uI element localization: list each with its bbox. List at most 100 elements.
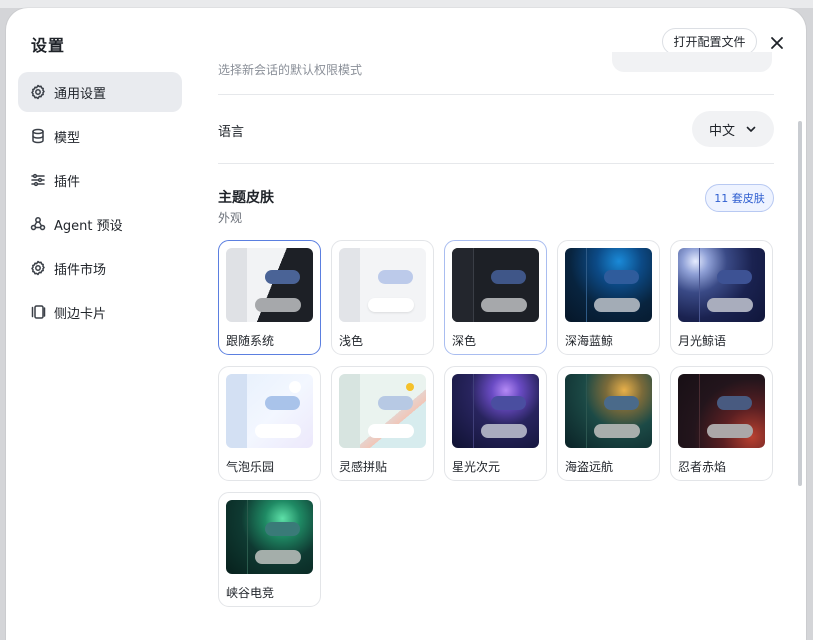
- gear-icon: [30, 84, 46, 100]
- preview-bubble: [717, 396, 752, 410]
- theme-card-star[interactable]: 星光次元: [444, 366, 547, 481]
- preview-input: [707, 298, 753, 312]
- dialog-title: 设置: [31, 36, 66, 55]
- sidebar-item-label: 插件: [54, 174, 81, 190]
- sidebar-item-label: 模型: [54, 130, 81, 146]
- theme-card-label: 跟随系统: [226, 334, 275, 348]
- general-settings-panel: 选择新会话的默认权限模式 语言 中文 主题皮肤 外观 11 套皮肤 跟随系统 浅…: [218, 8, 774, 640]
- permission-mode-description: 选择新会话的默认权限模式: [218, 63, 363, 77]
- theme-card-label: 深海蓝鲸: [565, 334, 614, 348]
- sidebar-item-side-cards[interactable]: 侧边卡片: [18, 292, 182, 332]
- preview-pane: [339, 248, 360, 322]
- theme-card-label: 灵感拼贴: [339, 460, 388, 474]
- chevron-down-icon: [746, 126, 756, 132]
- agent-icon: [30, 216, 46, 232]
- theme-card-system[interactable]: 跟随系统: [218, 240, 321, 355]
- preview-divider: [586, 374, 587, 448]
- theme-card-ninja[interactable]: 忍者赤焰: [670, 366, 773, 481]
- cards-icon: [30, 304, 46, 320]
- preview-divider: [247, 500, 248, 574]
- theme-card-label: 深色: [452, 334, 477, 348]
- theme-card-label: 峡谷电竞: [226, 586, 275, 600]
- gear-icon: [30, 260, 46, 276]
- theme-preview: [565, 374, 652, 448]
- sidebar-item-model[interactable]: 模型: [18, 116, 182, 156]
- preview-divider: [586, 248, 587, 322]
- preview-input: [368, 298, 414, 312]
- sidebar-item-label: 侧边卡片: [54, 306, 107, 322]
- settings-sidebar: 设置 通用设置 模型 插件 Agent 预设 插件市场 侧边卡片: [6, 8, 196, 640]
- theme-count-badge: 11 套皮肤: [705, 184, 774, 212]
- theme-card-label: 气泡乐园: [226, 460, 275, 474]
- preview-pane: [339, 374, 360, 448]
- preview-bubble: [265, 270, 300, 284]
- preview-bubble: [604, 270, 639, 284]
- preview-bubble: [491, 396, 526, 410]
- collage-dot: [406, 383, 414, 391]
- settings-dialog: 设置 通用设置 模型 插件 Agent 预设 插件市场 侧边卡片 打开配置文件 …: [6, 8, 806, 640]
- sidebar-item-label: 通用设置: [54, 86, 107, 102]
- theme-preview: [226, 248, 313, 322]
- theme-card-light[interactable]: 浅色: [331, 240, 434, 355]
- theme-card-label: 浅色: [339, 334, 364, 348]
- sidebar-item-label: Agent 预设: [54, 218, 123, 234]
- preview-input: [707, 424, 753, 438]
- background-window-strip: [0, 0, 813, 8]
- divider: [218, 163, 774, 164]
- theme-card-ocean[interactable]: 深海蓝鲸: [557, 240, 660, 355]
- theme-card-label: 月光鲸语: [678, 334, 727, 348]
- preview-divider: [699, 374, 700, 448]
- preview-pane: [452, 248, 473, 322]
- theme-card-pirate[interactable]: 海盗远航: [557, 366, 660, 481]
- preview-bubble: [717, 270, 752, 284]
- theme-card-label: 海盗远航: [565, 460, 614, 474]
- sidebar-nav: 通用设置 模型 插件 Agent 预设 插件市场 侧边卡片: [18, 72, 182, 336]
- theme-section-title: 主题皮肤: [218, 190, 274, 206]
- sidebar-item-label: 插件市场: [54, 262, 107, 278]
- sidebar-item-general[interactable]: 通用设置: [18, 72, 182, 112]
- database-icon: [30, 128, 46, 144]
- theme-preview: [565, 248, 652, 322]
- preview-input: [594, 298, 640, 312]
- sidebar-item-agent-presets[interactable]: Agent 预设: [18, 204, 182, 244]
- preview-bubble: [604, 396, 639, 410]
- theme-card-label: 星光次元: [452, 460, 501, 474]
- preview-bubble: [265, 396, 300, 410]
- scrollbar[interactable]: [798, 121, 802, 486]
- preview-bubble: [265, 522, 300, 536]
- theme-card-collage[interactable]: 灵感拼贴: [331, 366, 434, 481]
- theme-preview: [452, 374, 539, 448]
- theme-card-canyon[interactable]: 峡谷电竞: [218, 492, 321, 607]
- theme-card-bubble[interactable]: 气泡乐园: [218, 366, 321, 481]
- preview-bubble: [378, 270, 413, 284]
- divider: [218, 94, 774, 95]
- theme-preview: [226, 500, 313, 574]
- sidebar-item-plugin-market[interactable]: 插件市场: [18, 248, 182, 288]
- theme-card-moon[interactable]: 月光鲸语: [670, 240, 773, 355]
- preview-bubble: [378, 396, 413, 410]
- theme-card-label: 忍者赤焰: [678, 460, 727, 474]
- sliders-icon: [30, 172, 46, 188]
- preview-bubble: [491, 270, 526, 284]
- theme-preview: [452, 248, 539, 322]
- preview-divider: [473, 248, 474, 322]
- preview-input: [255, 550, 301, 564]
- theme-preview: [678, 374, 765, 448]
- preview-input: [255, 298, 301, 312]
- permission-mode-select[interactable]: [612, 52, 772, 72]
- preview-input: [481, 424, 527, 438]
- sidebar-item-plugins[interactable]: 插件: [18, 160, 182, 200]
- language-value: 中文: [708, 123, 735, 139]
- theme-preview: [226, 374, 313, 448]
- preview-pane: [226, 248, 247, 322]
- bubble-decoration: [289, 381, 301, 393]
- preview-input: [594, 424, 640, 438]
- theme-card-dark[interactable]: 深色: [444, 240, 547, 355]
- preview-input: [368, 424, 414, 438]
- theme-preview: [339, 248, 426, 322]
- preview-divider: [473, 374, 474, 448]
- preview-pane: [226, 374, 247, 448]
- language-select[interactable]: 中文: [692, 111, 774, 147]
- preview-divider: [699, 248, 700, 322]
- theme-section-subtitle: 外观: [218, 211, 243, 225]
